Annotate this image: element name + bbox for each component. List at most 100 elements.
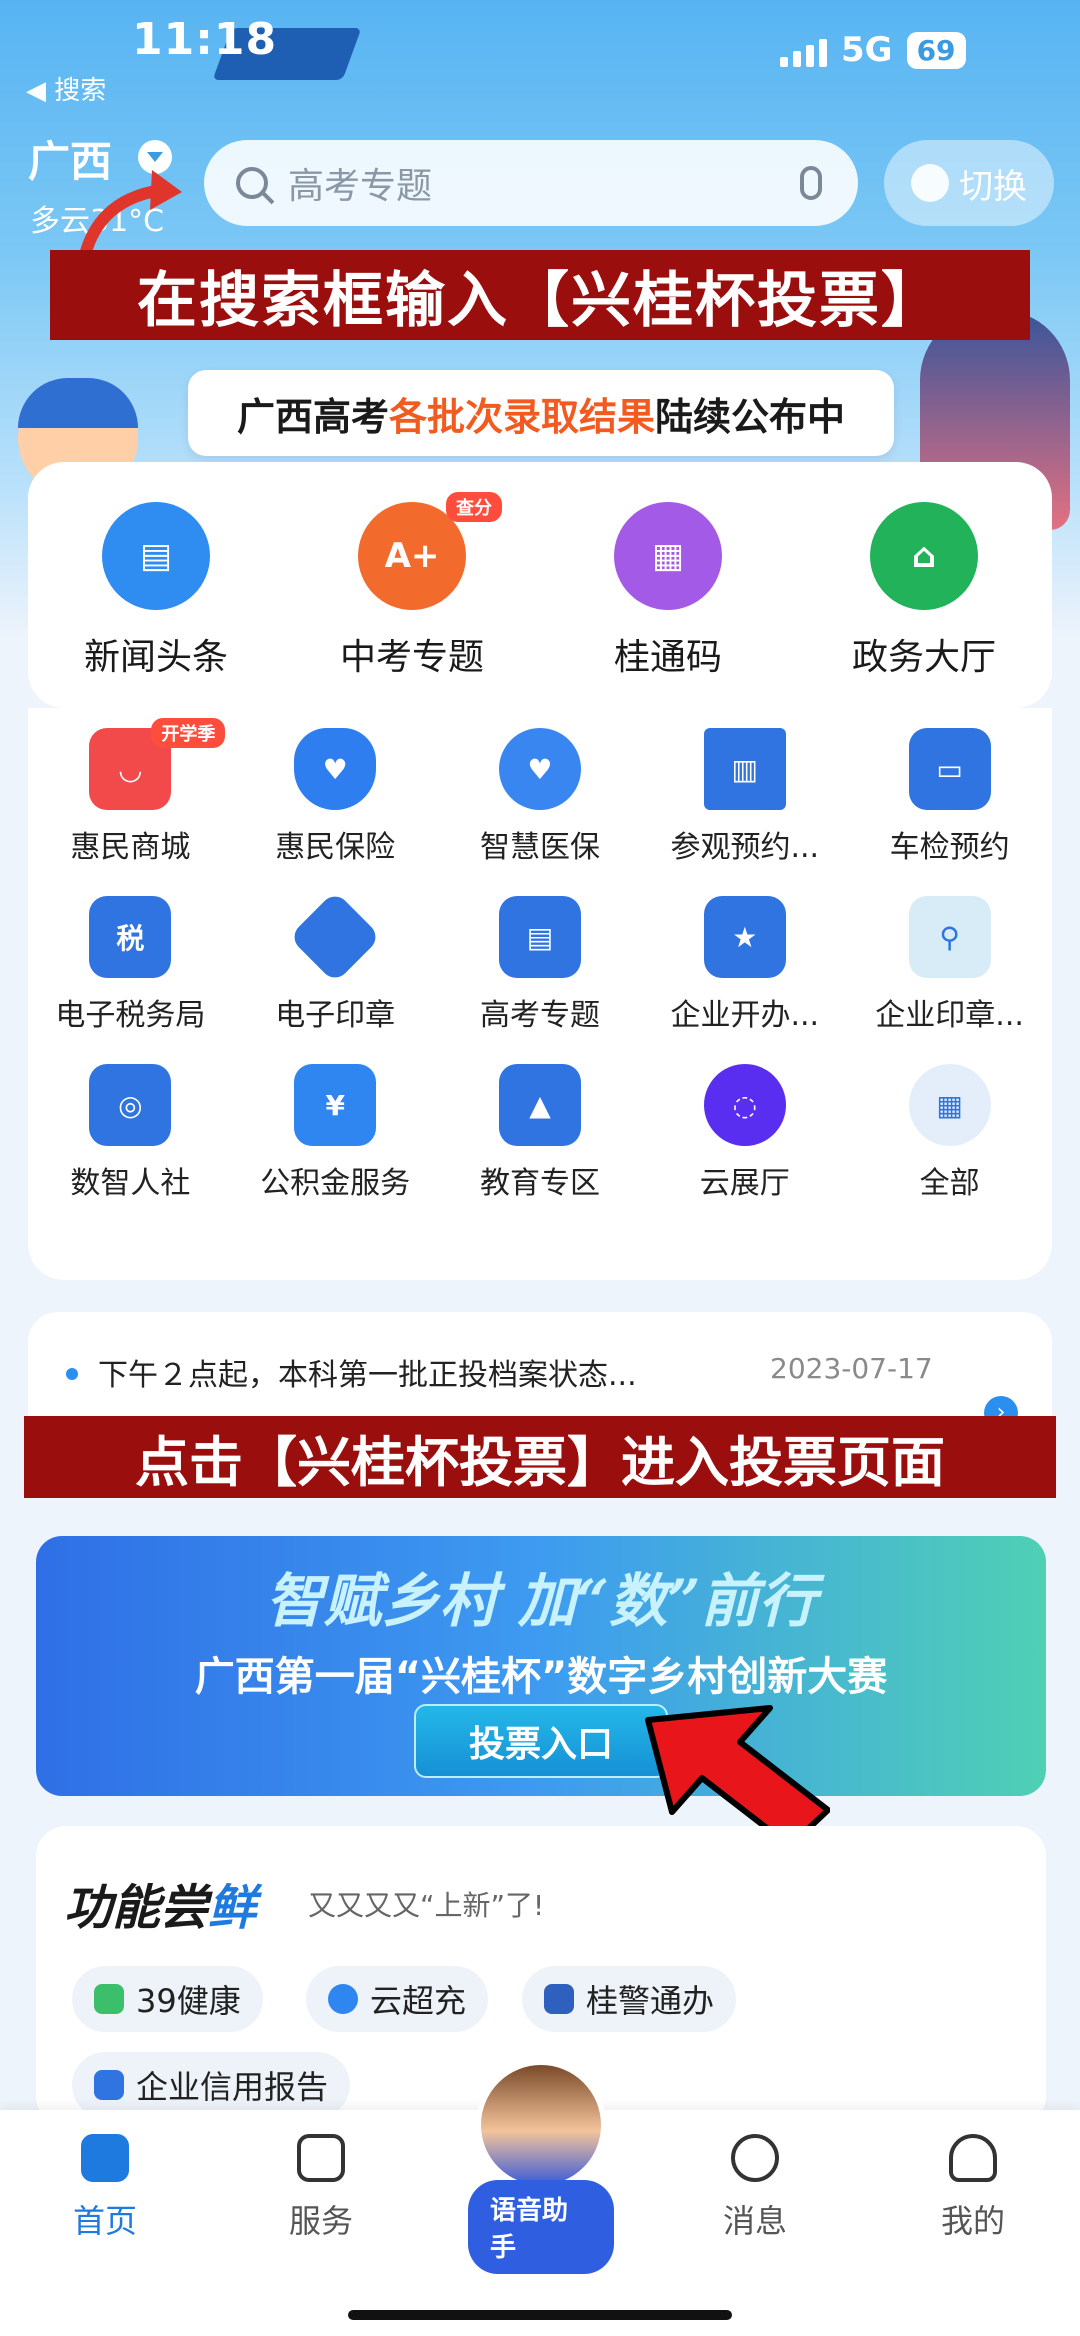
service-item[interactable]: ◎ 数智人社 — [28, 1064, 233, 1202]
shopping-bag-icon: ◡ 开学季 — [89, 718, 226, 810]
chevron-down-icon[interactable] — [138, 140, 172, 174]
tab-label: 我的 — [940, 2202, 1005, 2240]
switch-label: 切换 — [959, 166, 1027, 207]
search-placeholder: 高考专题 — [288, 166, 433, 207]
feature-chip-cloud-charge[interactable]: 云超充 — [306, 1966, 489, 2032]
promo-banner[interactable]: 智赋乡村 加“数”前行 广西第一届“兴桂杯”数字乡村创新大赛 投票入口 — [36, 1536, 1046, 1796]
announcement-prefix: 广西高考 — [236, 394, 389, 439]
feature-chip-credit[interactable]: 企业信用报告 — [72, 2052, 351, 2118]
service-label: 云展厅 — [699, 1166, 790, 1201]
shield-heart-icon: ♥ — [294, 728, 377, 810]
service-label: 电子印章 — [275, 998, 396, 1033]
search-seal-icon: ⚲ — [908, 896, 991, 978]
car-icon: ▭ — [908, 728, 991, 810]
back-to-search-link[interactable]: ◀ 搜索 — [26, 70, 106, 107]
service-guitongma[interactable]: ▦ 桂通码 — [540, 502, 796, 680]
chip-label: 39健康 — [136, 1982, 241, 2020]
service-zhongkao[interactable]: A+ 查分 中考专题 — [284, 492, 540, 680]
switch-button[interactable]: 切换 — [884, 140, 1054, 226]
service-item[interactable]: ▲ 教育专区 — [438, 1064, 643, 1202]
services-grid-card: ◡ 开学季 惠民商城 ♥ 惠民保险 ♥ 智慧医保 ▥ 参观预约... ▭ 车检预… — [28, 708, 1052, 1280]
section-subtitle: 又又又又“上新”了! — [308, 1889, 545, 1922]
exam-icon: A+ 查分 — [358, 492, 502, 610]
section-title-main: 功能尝 — [64, 1880, 209, 1936]
assistant-avatar — [476, 2060, 606, 2190]
badge: 查分 — [446, 492, 502, 522]
housing-fund-icon: ¥ — [294, 1064, 377, 1146]
bottom-tab-bar: 首页 服务 语音助手 消息 我的 — [0, 2060, 1080, 2336]
home-icon — [81, 2134, 129, 2182]
promo-slogan: 智赋乡村 加“数”前行 — [265, 1567, 817, 1635]
search-input[interactable]: 高考专题 — [204, 140, 858, 226]
service-item[interactable]: ⚲ 企业印章... — [847, 896, 1052, 1034]
cloud-charge-icon — [328, 1984, 358, 2014]
tab-label: 消息 — [722, 2202, 787, 2240]
service-label: 企业开办... — [670, 998, 820, 1033]
microphone-icon[interactable] — [800, 166, 822, 200]
tab-home[interactable]: 首页 — [40, 2134, 170, 2242]
service-item[interactable]: ▦ 全部 — [847, 1064, 1052, 1202]
announcement-bar[interactable]: 广西高考 各批次录取结果 陆续公布中 — [188, 370, 894, 456]
service-government-hall[interactable]: ⌂ 政务大厅 — [796, 502, 1052, 680]
service-item[interactable]: ▭ 车检预约 — [847, 728, 1052, 866]
service-item[interactable]: ▥ 参观预约... — [642, 728, 847, 866]
service-item[interactable]: 税 电子税务局 — [28, 896, 233, 1034]
voice-assistant-button[interactable]: 语音助手 — [468, 2060, 614, 2274]
service-item[interactable]: 电子印章 — [233, 890, 438, 1034]
service-item[interactable]: ♥ 惠民保险 — [233, 728, 438, 866]
id-card-icon: ▤ — [498, 896, 581, 978]
status-time: 11:18 — [132, 14, 278, 65]
vote-entry-button[interactable]: 投票入口 — [414, 1704, 668, 1778]
instruction-banner-middle: 点击【兴桂杯投票】进入投票页面 — [24, 1416, 1056, 1498]
service-label: 惠民保险 — [275, 830, 396, 865]
bullet-icon — [66, 1368, 78, 1380]
news-ticker[interactable]: 下午２点起，本科第一批正投档案状态... 2023-07-17 › — [28, 1312, 1052, 1430]
announcement-suffix: 陆续公布中 — [655, 394, 846, 439]
service-label: 新闻头条 — [83, 637, 228, 678]
service-label: 参观预约... — [670, 830, 820, 865]
service-label: 公积金服务 — [260, 1166, 411, 1201]
instruction-banner-top: 在搜索框输入【兴桂杯投票】 — [50, 250, 1030, 340]
tax-icon: 税 — [89, 896, 172, 978]
tab-service[interactable]: 服务 — [256, 2134, 386, 2242]
assistant-label: 语音助手 — [468, 2180, 614, 2274]
seal-icon — [288, 890, 382, 984]
service-item[interactable]: ¥ 公积金服务 — [233, 1064, 438, 1202]
service-icon — [297, 2134, 345, 2182]
service-label: 企业印章... — [875, 998, 1024, 1033]
network-type: 5G — [841, 30, 893, 70]
health-icon — [94, 1984, 124, 2014]
police-badge-icon — [544, 1984, 574, 2014]
news-headline: 下午２点起，本科第一批正投档案状态... — [98, 1358, 637, 1393]
battery-icon: 69 — [906, 31, 966, 69]
primary-services-card: ▤ 新闻头条 A+ 查分 中考专题 ▦ 桂通码 ⌂ 政务大厅 — [28, 462, 1052, 708]
section-title-accent: 鲜 — [208, 1880, 257, 1936]
tab-message[interactable]: 消息 — [690, 2134, 820, 2242]
enterprise-icon: ★ — [703, 896, 786, 978]
service-item[interactable]: ◡ 开学季 惠民商城 — [28, 718, 233, 866]
home-indicator[interactable] — [348, 2310, 732, 2320]
service-label: 桂通码 — [613, 637, 722, 678]
service-item[interactable]: ♥ 智慧医保 — [438, 728, 643, 866]
building-icon: ▥ — [703, 728, 786, 810]
service-item[interactable]: ★ 企业开办... — [642, 896, 847, 1034]
service-label: 高考专题 — [479, 998, 600, 1033]
service-label: 智慧医保 — [479, 830, 600, 865]
feature-chip-police[interactable]: 桂警通办 — [522, 1966, 737, 2032]
badge: 开学季 — [151, 718, 226, 748]
promo-title: 广西第一届“兴桂杯”数字乡村创新大赛 — [194, 1654, 888, 1700]
social-security-icon: ◎ — [89, 1064, 172, 1146]
service-label: 中考专题 — [339, 637, 484, 678]
news-icon: ▤ — [102, 502, 210, 610]
feature-chip-health[interactable]: 39健康 — [72, 1966, 263, 2032]
switch-user-icon — [911, 164, 949, 202]
service-item[interactable]: ◌ 云展厅 — [642, 1064, 847, 1202]
tab-mine[interactable]: 我的 — [908, 2134, 1038, 2242]
service-label: 教育专区 — [479, 1166, 600, 1201]
service-label: 惠民商城 — [70, 830, 191, 865]
service-label: 电子税务局 — [55, 998, 206, 1033]
credit-report-icon — [94, 2070, 124, 2100]
service-item[interactable]: ▤ 高考专题 — [438, 896, 643, 1034]
service-label: 政务大厅 — [851, 637, 996, 678]
service-news[interactable]: ▤ 新闻头条 — [28, 502, 284, 680]
